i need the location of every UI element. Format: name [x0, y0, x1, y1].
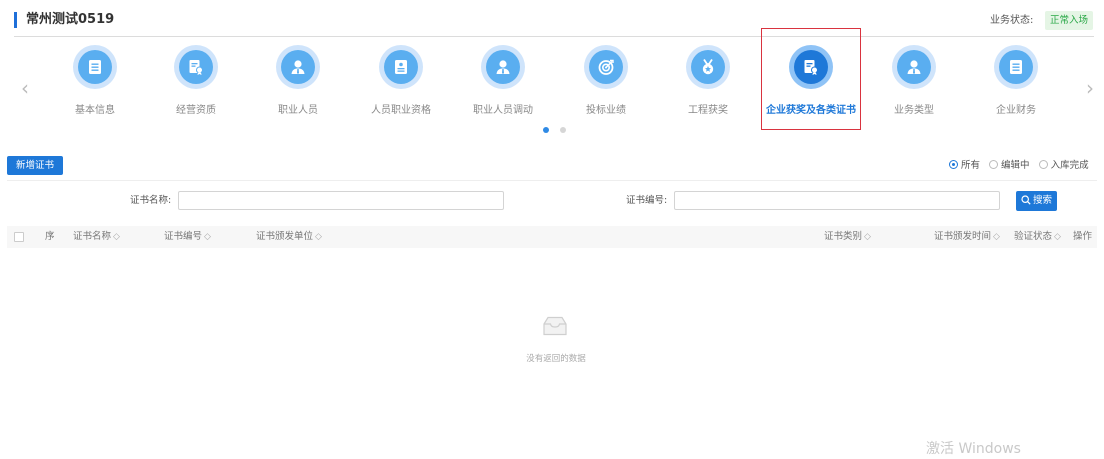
- nav-item-qualification[interactable]: 经营资质: [146, 40, 246, 132]
- sort-icon: ◇: [864, 232, 871, 242]
- person-icon: [276, 45, 320, 89]
- column-verification-status[interactable]: 验证状态 ◇: [1014, 226, 1061, 248]
- carousel-next-arrow-icon[interactable]: ›: [1082, 76, 1098, 102]
- sort-icon: ◇: [204, 232, 211, 242]
- nav-item-business-type[interactable]: 业务类型: [864, 40, 964, 132]
- column-certificate-number[interactable]: 证书编号 ◇: [164, 226, 211, 248]
- empty-inbox-icon: [543, 316, 567, 336]
- nav-item-label: 职业人员: [278, 105, 318, 116]
- add-certificate-button[interactable]: 新增证书: [7, 156, 63, 175]
- nav-item-label: 投标业绩: [586, 105, 626, 116]
- module-carousel: ‹ 基本信息 经营资质 职业人员 人员职业资格 职业人员调动 投标业绩 工程获奖…: [0, 40, 1104, 140]
- filter-label: 入库完成: [1050, 160, 1089, 171]
- status-filter-group: 所有 编辑中 入库完成: [949, 158, 1089, 174]
- list-icon: [994, 45, 1038, 89]
- page-header: 常州测试0519 业务状态: 正常入场: [0, 0, 1104, 40]
- medal-icon: [686, 45, 730, 89]
- nav-item-company-finance[interactable]: 企业财务: [966, 40, 1066, 132]
- certificate-icon: [174, 45, 218, 89]
- pagination-dot-active[interactable]: [543, 127, 549, 133]
- sort-icon: ◇: [315, 232, 322, 242]
- filter-label: 所有: [961, 160, 981, 171]
- filter-editing[interactable]: 编辑中: [989, 158, 1030, 174]
- person-icon: [481, 45, 525, 89]
- header-divider: [14, 36, 1094, 37]
- carousel-pagination: [543, 127, 573, 135]
- sort-icon: ◇: [1054, 232, 1061, 242]
- filter-label: 编辑中: [1001, 160, 1030, 171]
- certificate-name-label: 证书名称:: [130, 195, 172, 206]
- list-icon: [73, 45, 117, 89]
- table-header: 序 证书名称 ◇ 证书编号 ◇ 证书颁发单位 ◇ 证书类别 ◇ 证书颁发时间 ◇ 验证状态…: [7, 226, 1097, 248]
- radio-checked-icon[interactable]: [949, 160, 958, 169]
- nav-item-project-awards[interactable]: 工程获奖: [658, 40, 758, 132]
- nav-item-label: 企业财务: [996, 105, 1036, 116]
- search-button-label: 搜索: [1032, 195, 1052, 206]
- target-icon: [584, 45, 628, 89]
- nav-item-personnel[interactable]: 职业人员: [248, 40, 348, 132]
- windows-activation-watermark: 激活 Windows: [926, 441, 1021, 457]
- select-all-checkbox[interactable]: [14, 232, 24, 242]
- search-button[interactable]: 搜索: [1016, 191, 1057, 211]
- certificate-name-input[interactable]: [178, 191, 504, 210]
- nav-item-label: 业务类型: [894, 105, 934, 116]
- nav-item-label: 经营资质: [176, 105, 216, 116]
- filter-all[interactable]: 所有: [949, 158, 980, 174]
- nav-item-label: 职业人员调动: [473, 105, 533, 116]
- column-index: 序: [45, 231, 55, 242]
- empty-state-text: 没有返回的数据: [526, 354, 586, 364]
- radio-icon[interactable]: [989, 160, 999, 169]
- nav-item-bid-performance[interactable]: 投标业绩: [556, 40, 656, 132]
- badge-icon: [379, 45, 423, 89]
- certificate-number-input[interactable]: [674, 191, 1000, 210]
- status-badge: 正常入场: [1045, 11, 1093, 30]
- nav-item-personnel-qualification[interactable]: 人员职业资格: [351, 40, 451, 132]
- certificate-number-label: 证书编号:: [626, 195, 668, 206]
- column-issuing-authority[interactable]: 证书颁发单位 ◇: [256, 226, 322, 248]
- nav-item-personnel-transfer[interactable]: 职业人员调动: [453, 40, 553, 132]
- active-item-highlight: [761, 28, 861, 130]
- page-title: 常州测试0519: [26, 12, 115, 27]
- nav-item-basic-info[interactable]: 基本信息: [45, 40, 145, 132]
- status-label: 业务状态:: [990, 15, 1034, 26]
- column-certificate-name[interactable]: 证书名称 ◇: [73, 226, 120, 248]
- nav-item-label: 工程获奖: [688, 105, 728, 116]
- title-accent-bar: [14, 12, 17, 28]
- search-icon: [1021, 195, 1031, 205]
- sort-icon: ◇: [113, 232, 120, 242]
- carousel-prev-arrow-icon[interactable]: ‹: [17, 76, 33, 102]
- pagination-dot[interactable]: [560, 127, 566, 133]
- nav-item-label: 基本信息: [75, 105, 115, 116]
- column-actions: 操作: [1073, 231, 1093, 242]
- radio-icon[interactable]: [1038, 160, 1048, 169]
- column-certificate-category[interactable]: 证书类别 ◇: [824, 226, 871, 248]
- column-issue-date[interactable]: 证书颁发时间 ◇: [934, 226, 1000, 248]
- toolbar-divider: [7, 180, 1097, 181]
- nav-item-label: 人员职业资格: [371, 105, 431, 116]
- filter-completed[interactable]: 入库完成: [1038, 158, 1089, 174]
- sort-icon: ◇: [993, 232, 1000, 242]
- person-icon: [892, 45, 936, 89]
